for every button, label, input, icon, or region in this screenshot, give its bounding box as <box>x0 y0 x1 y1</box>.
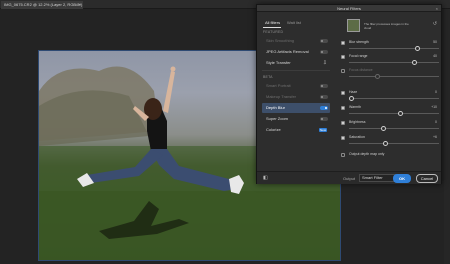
slider-track[interactable] <box>349 48 439 49</box>
option-output-depth-map[interactable]: Output depth map only <box>341 152 439 164</box>
slider-knob[interactable] <box>398 111 404 116</box>
slider-label: Warmth <box>349 105 362 109</box>
slider-knob[interactable] <box>381 126 387 131</box>
slider-saturation[interactable]: Saturation +6 <box>341 135 439 147</box>
slider-knob[interactable] <box>383 141 388 146</box>
cancel-button[interactable]: Cancel <box>416 174 438 183</box>
filter-makeup-transfer[interactable]: Makeup Transfer <box>262 92 330 102</box>
section-beta: BETA <box>263 75 273 79</box>
filter-skin-smoothing[interactable]: Skin Smoothing <box>262 36 330 46</box>
slider-track[interactable] <box>349 62 439 63</box>
filter-jpeg-artifacts-removal[interactable]: JPEG Artifacts Removal <box>262 47 330 57</box>
filter-super-zoom[interactable]: Super Zoom <box>262 114 330 124</box>
checkbox[interactable] <box>341 91 345 95</box>
checkbox[interactable] <box>341 41 345 45</box>
filter-style-transfer[interactable]: Style Transfer ⇩ <box>262 58 330 68</box>
filter-label: Depth Blur <box>266 105 285 110</box>
slider-label: Brightness <box>349 120 366 124</box>
slider-brightness[interactable]: Brightness 0 <box>341 120 439 132</box>
toggle-switch[interactable] <box>320 117 328 121</box>
slider-label: Focus distance <box>349 68 373 72</box>
slider-focus-distance[interactable]: Focus distance <box>341 68 439 80</box>
slider-haze[interactable]: Haze 0 <box>341 90 439 102</box>
cloud-download-icon[interactable]: ⇩ <box>323 58 327 68</box>
panel-dock-edge <box>444 9 450 264</box>
toggle-switch[interactable] <box>320 50 328 54</box>
slider-knob[interactable] <box>374 74 380 79</box>
close-icon[interactable]: × <box>436 5 438 12</box>
reset-icon[interactable]: ↺ <box>433 21 437 27</box>
filter-depth-blur[interactable]: Depth Blur <box>262 103 330 113</box>
ok-button[interactable]: OK <box>393 174 411 183</box>
filter-label: Skin Smoothing <box>266 38 295 43</box>
close-icon[interactable]: × <box>79 1 81 9</box>
filter-label: Makeup Transfer <box>266 94 297 99</box>
slider-knob[interactable] <box>411 60 417 65</box>
toggle-switch[interactable] <box>320 39 328 43</box>
filter-tabs: All filters Wait list <box>259 18 333 28</box>
option-label: Output depth map only <box>349 152 385 156</box>
filter-label: JPEG Artifacts Removal <box>266 49 309 54</box>
filter-settings: The filter processes images in the cloud… <box>337 17 441 169</box>
dialog-footer: ◧ Output Smart Filter ⌄ OK Cancel <box>257 171 441 184</box>
divider <box>262 70 330 71</box>
new-badge: New <box>319 128 327 132</box>
toggle-switch[interactable] <box>320 84 328 88</box>
checkbox[interactable] <box>341 136 345 140</box>
slider-track[interactable] <box>349 143 439 144</box>
section-featured: FEATURED <box>263 30 284 34</box>
filter-colorize[interactable]: Colorize New <box>262 125 330 135</box>
toggle-switch[interactable] <box>320 95 328 99</box>
document-tab-title: IMG_0675.CR2 @ 12.2% (Layer 2, RGB/8*) <box>4 2 83 7</box>
slider-label: Haze <box>349 90 358 94</box>
slider-label: Saturation <box>349 135 365 139</box>
slider-knob[interactable] <box>415 46 421 51</box>
slider-value: 50 <box>433 40 437 44</box>
tab-wait-list[interactable]: Wait list <box>287 20 301 25</box>
checkbox[interactable] <box>341 55 345 59</box>
output-label: Output <box>343 176 356 181</box>
slider-value: +6 <box>433 135 437 139</box>
slider-value: 0 <box>435 90 437 94</box>
slider-focal-range[interactable]: Focal range 40 <box>341 54 439 66</box>
slider-value: +10 <box>431 105 437 109</box>
slider-track[interactable] <box>349 128 439 129</box>
preview-thumbnail <box>347 19 360 32</box>
filter-label: Super Zoom <box>266 116 289 121</box>
filter-label: Style Transfer <box>266 60 291 65</box>
document-tab[interactable]: IMG_0675.CR2 @ 12.2% (Layer 2, RGB/8*) × <box>1 1 83 9</box>
toggle-switch[interactable] <box>320 106 328 110</box>
dialog-title-bar: Neural Filters × <box>257 5 441 12</box>
preview-caption: The filter processes images in the cloud <box>364 22 409 30</box>
neural-filters-dialog: Neural Filters × All filters Wait list F… <box>256 4 442 184</box>
filter-list: All filters Wait list FEATURED Skin Smoo… <box>259 18 333 170</box>
tab-all-filters[interactable]: All filters <box>265 20 280 25</box>
slider-track[interactable] <box>349 113 439 114</box>
output-value: Smart Filter <box>362 175 383 180</box>
slider-label: Focal range <box>349 54 368 58</box>
filter-label: Smart Portrait <box>266 83 291 88</box>
slider-value: 40 <box>433 54 437 58</box>
checkbox[interactable] <box>341 106 345 110</box>
slider-track[interactable] <box>349 76 439 77</box>
slider-warmth[interactable]: Warmth +10 <box>341 105 439 117</box>
checkbox[interactable] <box>341 69 345 73</box>
filter-label: Colorize <box>266 127 281 132</box>
checkbox[interactable] <box>341 121 345 125</box>
preview-toggle-icon[interactable]: ◧ <box>263 175 268 181</box>
slider-knob[interactable] <box>349 96 354 101</box>
slider-label: Blur strength <box>349 40 369 44</box>
dialog-title: Neural Filters <box>337 6 361 11</box>
slider-track[interactable] <box>349 98 439 99</box>
slider-blur-strength[interactable]: Blur strength 50 <box>341 40 439 52</box>
checkbox[interactable] <box>341 153 345 157</box>
slider-value: 0 <box>435 120 437 124</box>
active-tab-indicator <box>263 27 281 28</box>
filter-smart-portrait[interactable]: Smart Portrait <box>262 81 330 91</box>
